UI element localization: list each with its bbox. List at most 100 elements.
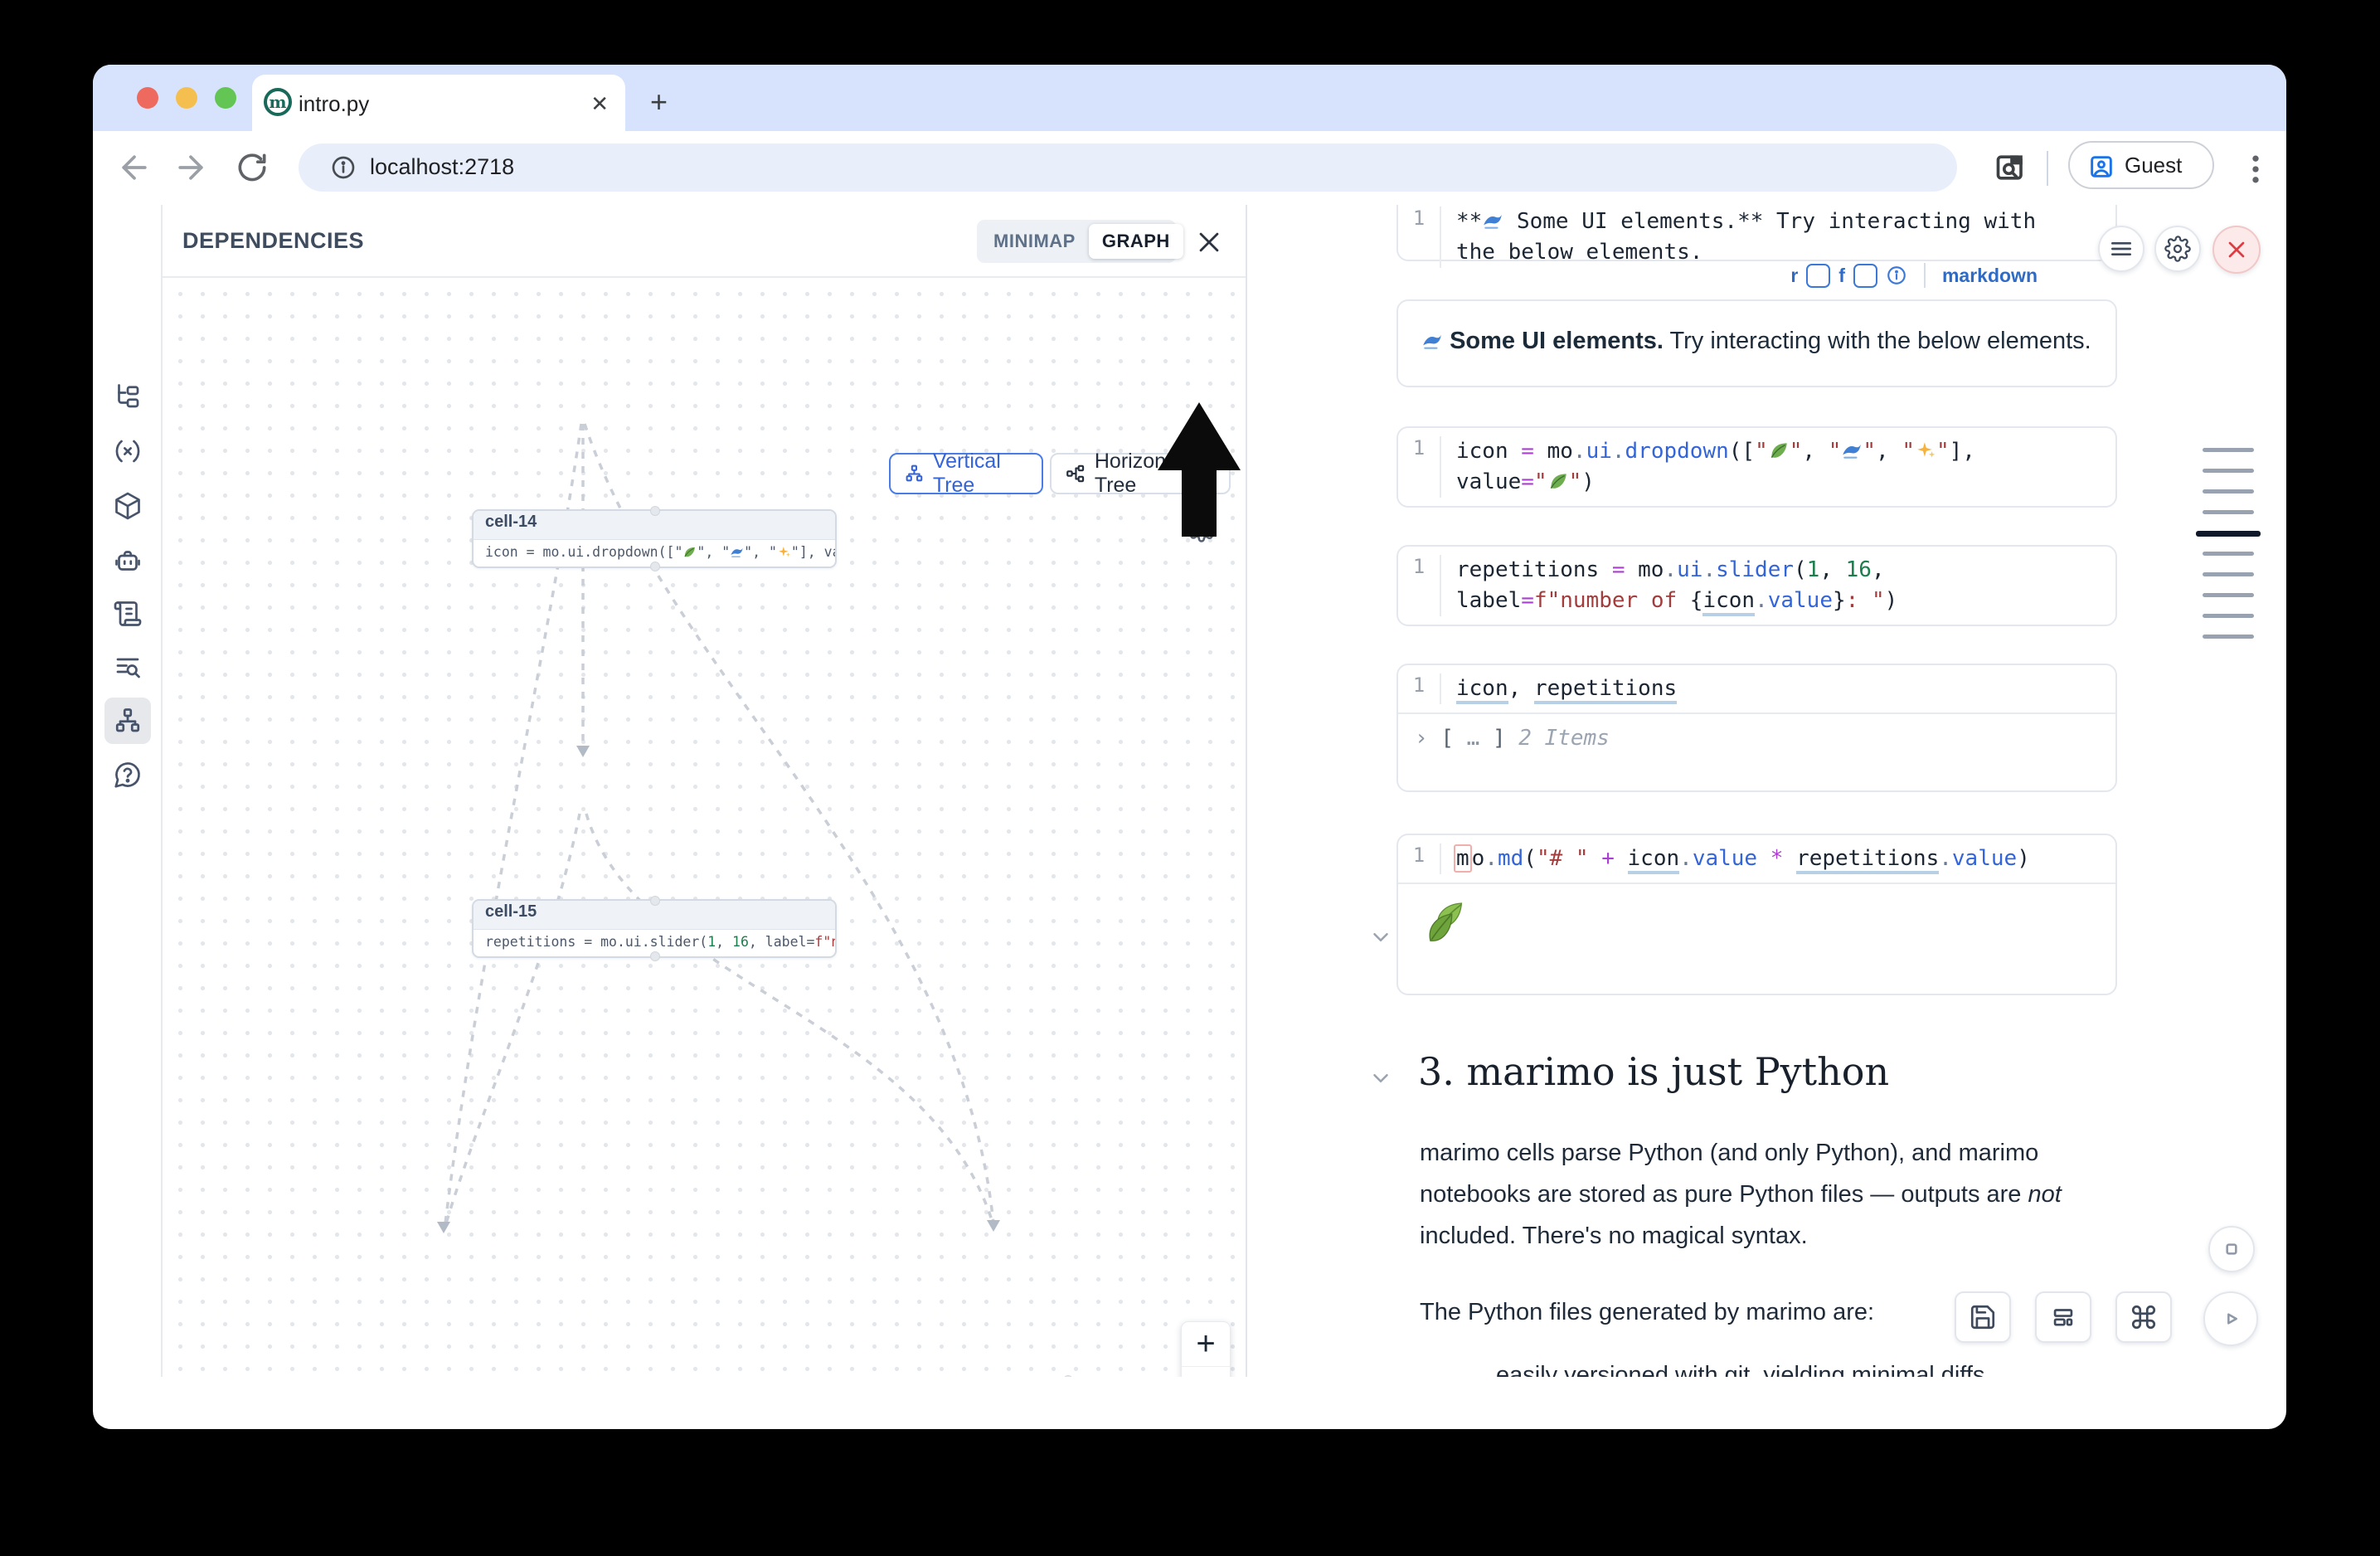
sidebar-item-variables[interactable] <box>104 428 151 474</box>
code-line[interactable]: icon, repetitions <box>1456 673 2115 704</box>
close-window-button[interactable] <box>137 87 158 109</box>
reload-icon[interactable] <box>234 149 270 186</box>
section-heading: 3. marimo is just Python <box>1418 1049 1889 1094</box>
sidebar-item-dependency-graph[interactable] <box>104 698 151 744</box>
minimap-dash[interactable] <box>2203 593 2254 597</box>
code-cell-tuple[interactable]: 1 icon, repetitions › [ … ] 2 Items <box>1396 664 2117 792</box>
save-icon <box>1969 1303 1997 1331</box>
new-tab-icon[interactable]: + <box>650 85 668 119</box>
run-button[interactable] <box>2203 1291 2258 1346</box>
screenshot-root: m intro.py ✕ + localhost:2718 <box>0 0 2380 1556</box>
url-text[interactable]: localhost:2718 <box>370 154 514 180</box>
zoom-in-button[interactable]: + <box>1182 1322 1230 1367</box>
code-line[interactable]: icon = mo.ui.dropdown(["", "", ""], <box>1456 436 2115 467</box>
markdown-cell-editor[interactable]: 1 ** Some UI elements.** Try interacting… <box>1396 205 2117 261</box>
code-line[interactable]: mo.md("# " + icon.value * repetitions.va… <box>1456 844 2115 874</box>
horizontal-tree-icon <box>1065 461 1086 486</box>
tab-search-icon[interactable] <box>1994 149 2030 186</box>
graph-node-cell-15[interactable]: cell-15 repetitions = mo.ui.slider(1, 16… <box>472 899 837 958</box>
notebook-pane: 1 ** Some UI elements.** Try interacting… <box>1247 205 2286 1377</box>
f-toggle[interactable]: f <box>1838 265 1845 287</box>
minimap-dash[interactable] <box>2203 510 2254 514</box>
tab-close-icon[interactable]: ✕ <box>590 91 609 117</box>
site-info-icon[interactable] <box>330 154 357 181</box>
app-sidebar <box>93 205 163 1377</box>
graph-canvas[interactable]: cell-14 icon = mo.ui.dropdown(["", "", "… <box>163 278 1246 1377</box>
markdown-toolbar: r f markdown <box>1790 263 2038 288</box>
shutdown-button[interactable] <box>2212 226 2261 274</box>
code-cell-dropdown[interactable]: 1 icon = mo.ui.dropdown(["", "", ""], va… <box>1396 426 2117 508</box>
browser-tabstrip: m intro.py ✕ + <box>93 65 2286 131</box>
code-line[interactable]: label=f"number of {icon.value}: ") <box>1456 586 2115 616</box>
interrupt-button[interactable] <box>2208 1226 2255 1272</box>
leaf-emoji-output <box>1420 936 1471 951</box>
line-number: 1 <box>1398 844 1440 874</box>
section-collapse-chevron-icon[interactable] <box>1368 1066 1393 1091</box>
node-code: repetitions = mo.ui.slider(1, 16, label=… <box>474 930 835 956</box>
minimap-dash[interactable] <box>2203 489 2254 494</box>
code-line[interactable]: ** Some UI elements.** Try interacting w… <box>1456 207 2115 237</box>
node-title: cell-15 <box>474 901 835 930</box>
node-code: icon = mo.ui.dropdown(["", "", ""], valu… <box>474 540 835 566</box>
browser-toolbar: localhost:2718 Guest <box>93 131 2286 205</box>
code-line[interactable]: value="") <box>1456 467 2115 498</box>
menu-icon <box>2108 236 2135 262</box>
command-icon <box>2130 1303 2158 1331</box>
keyboard-shortcuts-button[interactable] <box>2115 1291 2172 1343</box>
line-number: 1 <box>1398 436 1440 498</box>
cell-output-collapsed[interactable]: › [ … ] 2 Items <box>1398 712 2115 762</box>
tab-graph[interactable]: GRAPH <box>1089 224 1183 259</box>
notebook-settings-button[interactable] <box>2154 226 2201 272</box>
minimap-dash[interactable] <box>2203 469 2254 473</box>
panel-close-icon[interactable] <box>1195 228 1223 256</box>
graph-node-cell-14[interactable]: cell-14 icon = mo.ui.dropdown(["", "", "… <box>472 509 837 568</box>
cell-output-leaf <box>1398 883 2115 963</box>
vertical-tree-label: Vertical Tree <box>933 450 1028 498</box>
graph-zoom-controls: + − <box>1181 1321 1231 1377</box>
minimize-window-button[interactable] <box>176 87 197 109</box>
sidebar-item-help[interactable] <box>104 751 151 798</box>
browser-tab[interactable]: m intro.py ✕ <box>252 75 625 131</box>
minimap-dash[interactable] <box>2203 614 2254 618</box>
r-toggle[interactable]: r <box>1790 265 1798 287</box>
panel-title: DEPENDENCIES <box>182 228 364 254</box>
profile-button[interactable]: Guest <box>2068 141 2214 189</box>
notebook-menu-button[interactable] <box>2098 226 2144 272</box>
annotation-arrow <box>1124 396 1274 545</box>
sidebar-item-packages[interactable] <box>104 483 151 529</box>
profile-label: Guest <box>2125 153 2182 178</box>
code-line[interactable]: repetitions = mo.ui.slider(1, 16, <box>1456 555 2115 586</box>
minimap-dash[interactable] <box>2203 448 2254 452</box>
gear-icon <box>2164 236 2191 262</box>
save-button[interactable] <box>1955 1291 2011 1343</box>
tab-minimap[interactable]: MINIMAP <box>980 224 1089 259</box>
sidebar-item-file-tree[interactable] <box>104 373 151 420</box>
info-icon[interactable] <box>1886 265 1907 286</box>
language-label[interactable]: markdown <box>1942 265 2038 287</box>
minimap-dash[interactable] <box>2203 552 2254 556</box>
code-cell-slider[interactable]: 1 repetitions = mo.ui.slider(1, 16, labe… <box>1396 545 2117 626</box>
minimap-dash-active[interactable] <box>2196 531 2261 537</box>
back-icon[interactable] <box>116 149 153 186</box>
close-icon <box>2223 236 2250 263</box>
sidebar-item-logs-search[interactable] <box>104 644 151 690</box>
minimap-dash[interactable] <box>2203 635 2254 639</box>
r-checkbox-icon[interactable] <box>1806 264 1830 288</box>
browser-menu-icon[interactable] <box>2237 151 2274 187</box>
zoom-out-button[interactable]: − <box>1182 1367 1230 1377</box>
vertical-tree-button[interactable]: Vertical Tree <box>889 453 1043 494</box>
code-cell-momd[interactable]: 1 mo.md("# " + icon.value * repetitions.… <box>1396 834 2117 995</box>
toolbar-divider <box>2047 151 2048 186</box>
sidebar-item-scratchpad[interactable] <box>104 591 151 637</box>
url-bar[interactable]: localhost:2718 <box>299 143 1957 192</box>
f-checkbox-icon[interactable] <box>1853 264 1877 288</box>
sidebar-item-ai-assistant[interactable] <box>104 537 151 584</box>
forward-icon[interactable] <box>172 149 209 186</box>
layout-toggle-button[interactable] <box>2035 1291 2091 1343</box>
minimap-dash[interactable] <box>2203 572 2254 576</box>
view-toggle: MINIMAP GRAPH <box>977 220 1176 263</box>
collapse-chevron-icon[interactable] <box>1368 925 1393 950</box>
browser-window: m intro.py ✕ + localhost:2718 <box>93 65 2286 1429</box>
maximize-window-button[interactable] <box>215 87 236 109</box>
clipped-list-item: easily versioned with git, yielding mini… <box>1496 1354 2176 1377</box>
